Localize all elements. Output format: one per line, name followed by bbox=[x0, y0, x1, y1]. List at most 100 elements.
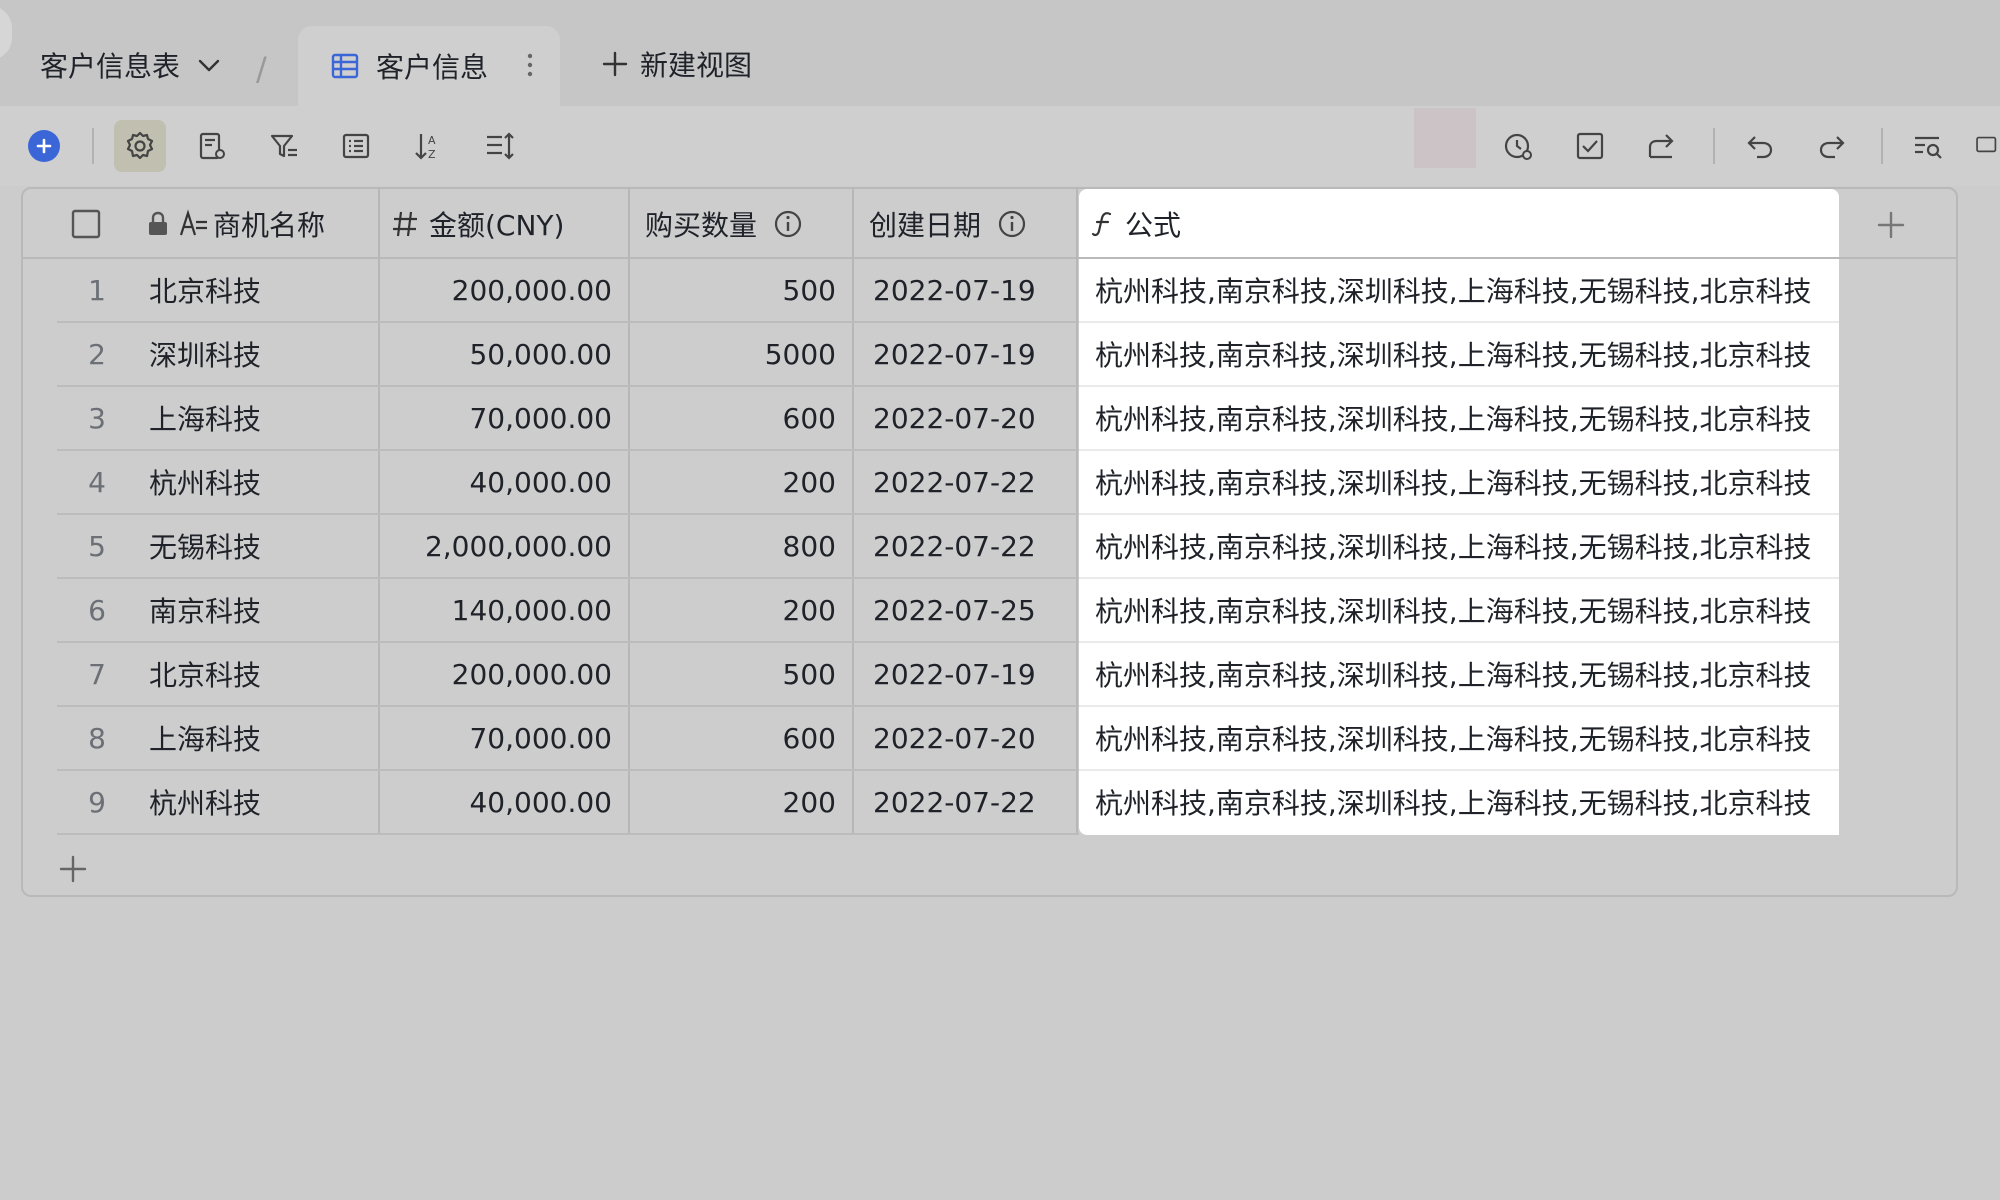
settings-icon[interactable] bbox=[114, 120, 166, 172]
column-label: 商机名称 bbox=[213, 209, 326, 242]
cell-formula[interactable]: 杭州科技,南京科技,深圳科技,上海科技,无锡科技,北京科技 bbox=[1095, 514, 1812, 578]
sidebar-toggle-tab[interactable] bbox=[0, 6, 12, 60]
data-grid: 商机名称 金额(CNY) 购买数量 创建日期 公式 1 北京科技 200,000… bbox=[21, 187, 1958, 897]
cell-name[interactable]: 杭州科技 bbox=[149, 770, 261, 834]
cell-amount[interactable]: 70,000.00 bbox=[383, 706, 612, 770]
cell-date[interactable]: 2022-07-19 bbox=[873, 258, 1036, 322]
row-index: 2 bbox=[88, 337, 106, 371]
column-divider bbox=[1076, 189, 1078, 835]
comment-icon[interactable] bbox=[1974, 120, 2000, 172]
tab-divider: / bbox=[256, 50, 267, 88]
column-divider bbox=[852, 189, 854, 835]
cell-date[interactable]: 2022-07-19 bbox=[873, 642, 1036, 706]
cell-formula[interactable]: 杭州科技,南京科技,深圳科技,上海科技,无锡科技,北京科技 bbox=[1095, 450, 1812, 514]
cell-quantity[interactable]: 200 bbox=[633, 450, 836, 514]
new-view-button[interactable]: 新建视图 bbox=[600, 44, 752, 84]
cell-name[interactable]: 北京科技 bbox=[149, 642, 261, 706]
add-row-button[interactable] bbox=[57, 853, 89, 885]
row-index: 5 bbox=[88, 529, 106, 563]
cell-name[interactable]: 深圳科技 bbox=[149, 322, 261, 386]
cell-amount[interactable]: 200,000.00 bbox=[383, 258, 612, 322]
cell-amount[interactable]: 200,000.00 bbox=[383, 642, 612, 706]
column-label: 创建日期 bbox=[869, 209, 982, 242]
cell-date[interactable]: 2022-07-19 bbox=[873, 322, 1036, 386]
cell-quantity[interactable]: 800 bbox=[633, 514, 836, 578]
lock-icon bbox=[147, 211, 169, 237]
cell-formula[interactable]: 杭州科技,南京科技,深圳科技,上海科技,无锡科技,北京科技 bbox=[1095, 258, 1812, 322]
cell-quantity[interactable]: 600 bbox=[633, 386, 836, 450]
row-index: 8 bbox=[88, 721, 106, 755]
cell-date[interactable]: 2022-07-22 bbox=[873, 450, 1036, 514]
undo-icon[interactable] bbox=[1734, 120, 1786, 172]
cell-date[interactable]: 2022-07-22 bbox=[873, 770, 1036, 834]
add-record-button[interactable] bbox=[28, 130, 60, 162]
share-icon[interactable] bbox=[1636, 120, 1688, 172]
column-header-date[interactable]: 创建日期 bbox=[869, 189, 1027, 259]
cell-quantity[interactable]: 200 bbox=[633, 578, 836, 642]
column-header-formula[interactable]: 公式 bbox=[1091, 189, 1181, 259]
history-icon[interactable] bbox=[1492, 120, 1544, 172]
add-column-button[interactable] bbox=[1875, 209, 1907, 241]
cell-amount[interactable]: 70,000.00 bbox=[383, 386, 612, 450]
group-list-icon[interactable] bbox=[330, 120, 382, 172]
cell-formula[interactable]: 杭州科技,南京科技,深圳科技,上海科技,无锡科技,北京科技 bbox=[1095, 706, 1812, 770]
search-records-icon[interactable] bbox=[1902, 120, 1954, 172]
cell-name[interactable]: 杭州科技 bbox=[149, 450, 261, 514]
toolbar-divider bbox=[1713, 128, 1715, 164]
cell-date[interactable]: 2022-07-25 bbox=[873, 578, 1036, 642]
collaborator-avatar bbox=[1414, 108, 1476, 168]
new-view-label: 新建视图 bbox=[640, 49, 753, 82]
column-header-quantity[interactable]: 购买数量 bbox=[645, 189, 803, 259]
row-index: 3 bbox=[88, 401, 106, 435]
column-label: 金额(CNY) bbox=[429, 209, 565, 242]
tab-label: 客户信息 bbox=[376, 51, 489, 84]
text-field-icon bbox=[179, 209, 209, 239]
row-index: 7 bbox=[88, 657, 106, 691]
column-header-amount[interactable]: 金额(CNY) bbox=[391, 189, 564, 259]
cell-quantity[interactable]: 600 bbox=[633, 706, 836, 770]
cell-amount[interactable]: 50,000.00 bbox=[383, 322, 612, 386]
cell-quantity[interactable]: 5000 bbox=[633, 322, 836, 386]
cell-formula[interactable]: 杭州科技,南京科技,深圳科技,上海科技,无锡科技,北京科技 bbox=[1095, 386, 1812, 450]
cell-name[interactable]: 无锡科技 bbox=[149, 514, 261, 578]
row-index: 9 bbox=[88, 785, 106, 819]
view-tab-bar: 客户信息表 / 客户信息 新建视图 bbox=[0, 0, 2000, 106]
chevron-down-icon bbox=[194, 50, 224, 80]
cell-formula[interactable]: 杭州科技,南京科技,深圳科技,上海科技,无锡科技,北京科技 bbox=[1095, 770, 1812, 834]
plus-icon bbox=[600, 49, 630, 79]
cell-quantity[interactable]: 200 bbox=[633, 770, 836, 834]
cell-date[interactable]: 2022-07-20 bbox=[873, 386, 1036, 450]
tab-customer-info[interactable]: 客户信息 bbox=[298, 26, 560, 106]
cell-date[interactable]: 2022-07-20 bbox=[873, 706, 1036, 770]
table-name-dropdown[interactable]: 客户信息表 bbox=[40, 40, 224, 90]
cell-amount[interactable]: 2,000,000.00 bbox=[383, 514, 612, 578]
cell-amount[interactable]: 140,000.00 bbox=[383, 578, 612, 642]
cell-name[interactable]: 上海科技 bbox=[149, 706, 261, 770]
cell-amount[interactable]: 40,000.00 bbox=[383, 450, 612, 514]
filter-icon[interactable] bbox=[258, 120, 310, 172]
info-icon[interactable] bbox=[773, 209, 803, 239]
cell-quantity[interactable]: 500 bbox=[633, 258, 836, 322]
cell-date[interactable]: 2022-07-22 bbox=[873, 514, 1036, 578]
cell-formula[interactable]: 杭州科技,南京科技,深圳科技,上海科技,无锡科技,北京科技 bbox=[1095, 322, 1812, 386]
cell-quantity[interactable]: 500 bbox=[633, 642, 836, 706]
cell-name[interactable]: 北京科技 bbox=[149, 258, 261, 322]
cell-formula[interactable]: 杭州科技,南京科技,深圳科技,上海科技,无锡科技,北京科技 bbox=[1095, 578, 1812, 642]
more-vertical-icon[interactable] bbox=[526, 50, 534, 80]
redo-icon[interactable] bbox=[1806, 120, 1858, 172]
cell-amount[interactable]: 40,000.00 bbox=[383, 770, 612, 834]
cell-name[interactable]: 上海科技 bbox=[149, 386, 261, 450]
cell-name[interactable]: 南京科技 bbox=[149, 578, 261, 642]
column-header-name[interactable]: 商机名称 bbox=[147, 189, 325, 259]
select-all-checkbox[interactable] bbox=[71, 189, 101, 259]
checkbox-icon[interactable] bbox=[1564, 120, 1616, 172]
form-settings-icon[interactable] bbox=[186, 120, 238, 172]
info-icon[interactable] bbox=[997, 209, 1027, 239]
row-index: 6 bbox=[88, 593, 106, 627]
svg-text:A: A bbox=[428, 134, 436, 147]
row-index: 1 bbox=[88, 273, 106, 307]
sort-icon[interactable]: AZ bbox=[402, 120, 454, 172]
cell-formula[interactable]: 杭州科技,南京科技,深圳科技,上海科技,无锡科技,北京科技 bbox=[1095, 642, 1812, 706]
toolbar-divider bbox=[1881, 128, 1883, 164]
row-height-icon[interactable] bbox=[474, 120, 526, 172]
